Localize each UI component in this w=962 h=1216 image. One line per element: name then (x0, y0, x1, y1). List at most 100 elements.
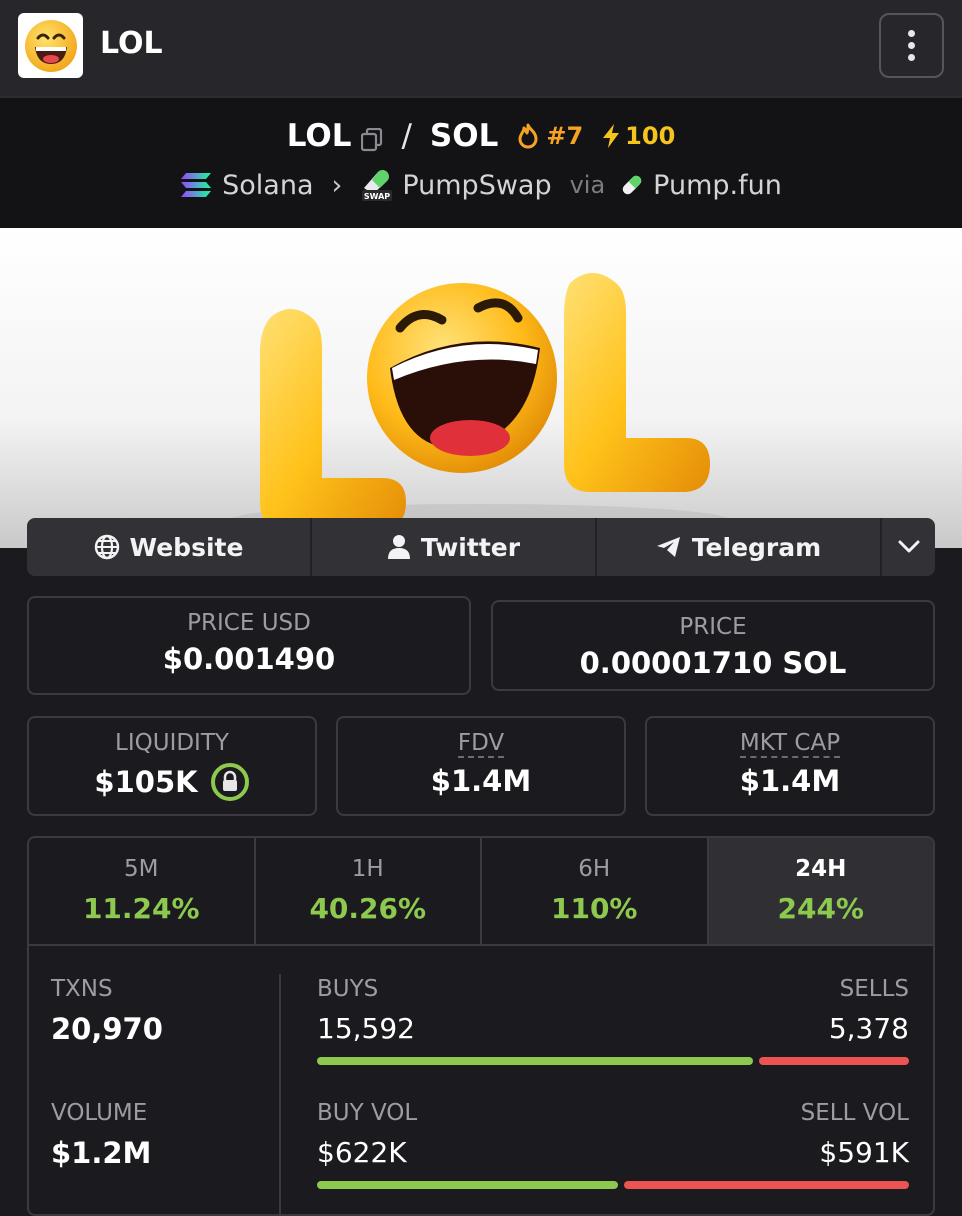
copy-icon[interactable] (361, 124, 383, 152)
volume-value: $1.2M (51, 1136, 152, 1170)
fdv-label[interactable]: FDV (457, 730, 505, 759)
stats-panel: 5M 11.24% 1H 40.26% 6H 110% 24H 244% TXN… (27, 836, 935, 1216)
sell-vol-value: $591K (819, 1136, 909, 1169)
top-bar: LOL (0, 0, 962, 96)
lightning-icon (603, 124, 620, 148)
more-links-button[interactable] (882, 518, 935, 576)
tab-5m[interactable]: 5M 11.24% (29, 838, 256, 944)
mktcap-label[interactable]: MKT CAP (739, 730, 841, 759)
price-native-card: PRICE 0.00001710 SOL (491, 600, 935, 691)
sells-bar-fill (759, 1057, 909, 1065)
fdv-label-wrap: FDV (338, 730, 624, 759)
pair-header: LOL / SOL #7 100 Solana › SWAP PumpSwap … (0, 96, 962, 228)
dex-link[interactable]: PumpSwap (402, 170, 551, 201)
buy-vol-label: BUY VOL (317, 1100, 418, 1126)
buys-label: BUYS (317, 976, 379, 1002)
sell-vol-label: SELL VOL (800, 1100, 909, 1126)
txns-stat: TXNS 20,970 (51, 976, 163, 1046)
lock-icon[interactable] (210, 762, 250, 802)
tab-label: 5M (124, 856, 159, 882)
liquidity-label: LIQUIDITY (115, 730, 229, 756)
pair-separator: / (401, 118, 412, 154)
buy-vol-value: $622K (317, 1136, 407, 1169)
website-label: Website (129, 532, 244, 562)
tab-6h[interactable]: 6H 110% (482, 838, 709, 944)
buys-sells-stat: BUYS SELLS 15,592 5,378 (317, 976, 909, 1065)
buys-sells-values: 15,592 5,378 (317, 1012, 909, 1045)
chain-link[interactable]: Solana (222, 170, 313, 201)
sells-label: SELLS (839, 976, 909, 1002)
tab-label: 24H (795, 856, 847, 882)
tab-change: 40.26% (309, 892, 427, 925)
twitter-label: Twitter (420, 532, 521, 562)
trending-rank[interactable]: #7 (516, 122, 583, 150)
tab-1h[interactable]: 1H 40.26% (256, 838, 482, 944)
tab-label: 6H (578, 856, 611, 882)
telegram-label: Telegram (691, 532, 822, 562)
base-token: LOL (286, 118, 352, 154)
solana-icon (181, 173, 212, 197)
tab-label: 1H (351, 856, 384, 882)
telegram-link[interactable]: Telegram (597, 518, 882, 576)
twitter-link[interactable]: Twitter (312, 518, 597, 576)
price-usd-card: PRICE USD $0.001490 (27, 596, 471, 695)
launchpad-link[interactable]: Pump.fun (653, 170, 782, 201)
volume-bar (317, 1181, 909, 1189)
menu-dot-icon (908, 54, 915, 61)
buy-vol-bar-fill (317, 1181, 618, 1189)
chevron-right-icon: › (331, 169, 343, 201)
tab-change: 110% (550, 892, 638, 925)
flame-icon (518, 123, 538, 149)
liquidity-value-row: $105K (29, 762, 315, 802)
price-native-label: PRICE (679, 614, 747, 640)
more-options-button[interactable] (879, 13, 944, 78)
website-link[interactable]: Website (27, 518, 312, 576)
boost-count[interactable]: 100 (601, 122, 675, 150)
volume-header: BUY VOL SELL VOL (317, 1100, 909, 1126)
social-links-bar: Website Twitter Telegram (27, 518, 935, 576)
volume-values: $622K $591K (317, 1136, 909, 1169)
timeframe-tabs: 5M 11.24% 1H 40.26% 6H 110% 24H 244% (29, 838, 933, 946)
token-logo (18, 13, 83, 78)
pumpswap-icon: SWAP (362, 170, 393, 201)
via-label: via (569, 171, 606, 199)
pair-line: LOL / SOL #7 100 (0, 118, 962, 154)
liquidity-card: LIQUIDITY $105K (27, 716, 317, 816)
sell-vol-bar-fill (624, 1181, 909, 1189)
buy-sell-volume-stat: BUY VOL SELL VOL $622K $591K (317, 1100, 909, 1189)
user-icon (387, 535, 410, 559)
fdv-card: FDV $1.4M (336, 716, 626, 816)
app-title: LOL (100, 26, 163, 61)
buys-bar-fill (317, 1057, 753, 1065)
mktcap-label-wrap: MKT CAP (647, 730, 933, 759)
tab-24h[interactable]: 24H 244% (708, 838, 933, 944)
lol-banner-illustration (230, 273, 730, 536)
column-divider (279, 974, 281, 1214)
mktcap-card: MKT CAP $1.4M (645, 716, 935, 816)
price-usd-label: PRICE USD (187, 610, 311, 636)
liquidity-value: $105K (94, 765, 198, 799)
pumpfun-icon (622, 175, 642, 195)
boost-value: 100 (625, 122, 676, 150)
tab-change: 244% (777, 892, 864, 925)
grinning-face-icon (24, 19, 77, 72)
menu-dot-icon (908, 30, 915, 37)
volume-stat: VOLUME $1.2M (51, 1100, 151, 1170)
rank-value: #7 (546, 122, 584, 150)
mktcap-value: $1.4M (739, 764, 841, 799)
quote-token: SOL (429, 118, 499, 154)
tab-change: 11.24% (82, 892, 200, 925)
token-banner-image (0, 228, 962, 548)
sells-value: 5,378 (828, 1012, 909, 1045)
chevron-down-icon (898, 540, 919, 553)
buys-sells-header: BUYS SELLS (317, 976, 909, 1002)
fdv-value: $1.4M (430, 764, 532, 799)
txns-label: TXNS (51, 976, 113, 1002)
menu-dot-icon (908, 42, 915, 49)
volume-label: VOLUME (51, 1100, 148, 1126)
globe-icon (94, 534, 119, 560)
buys-value: 15,592 (317, 1012, 415, 1045)
price-native-value: 0.00001710 SOL (579, 646, 847, 680)
svg-text:SWAP: SWAP (364, 192, 390, 201)
price-usd-value: $0.001490 (162, 642, 336, 676)
